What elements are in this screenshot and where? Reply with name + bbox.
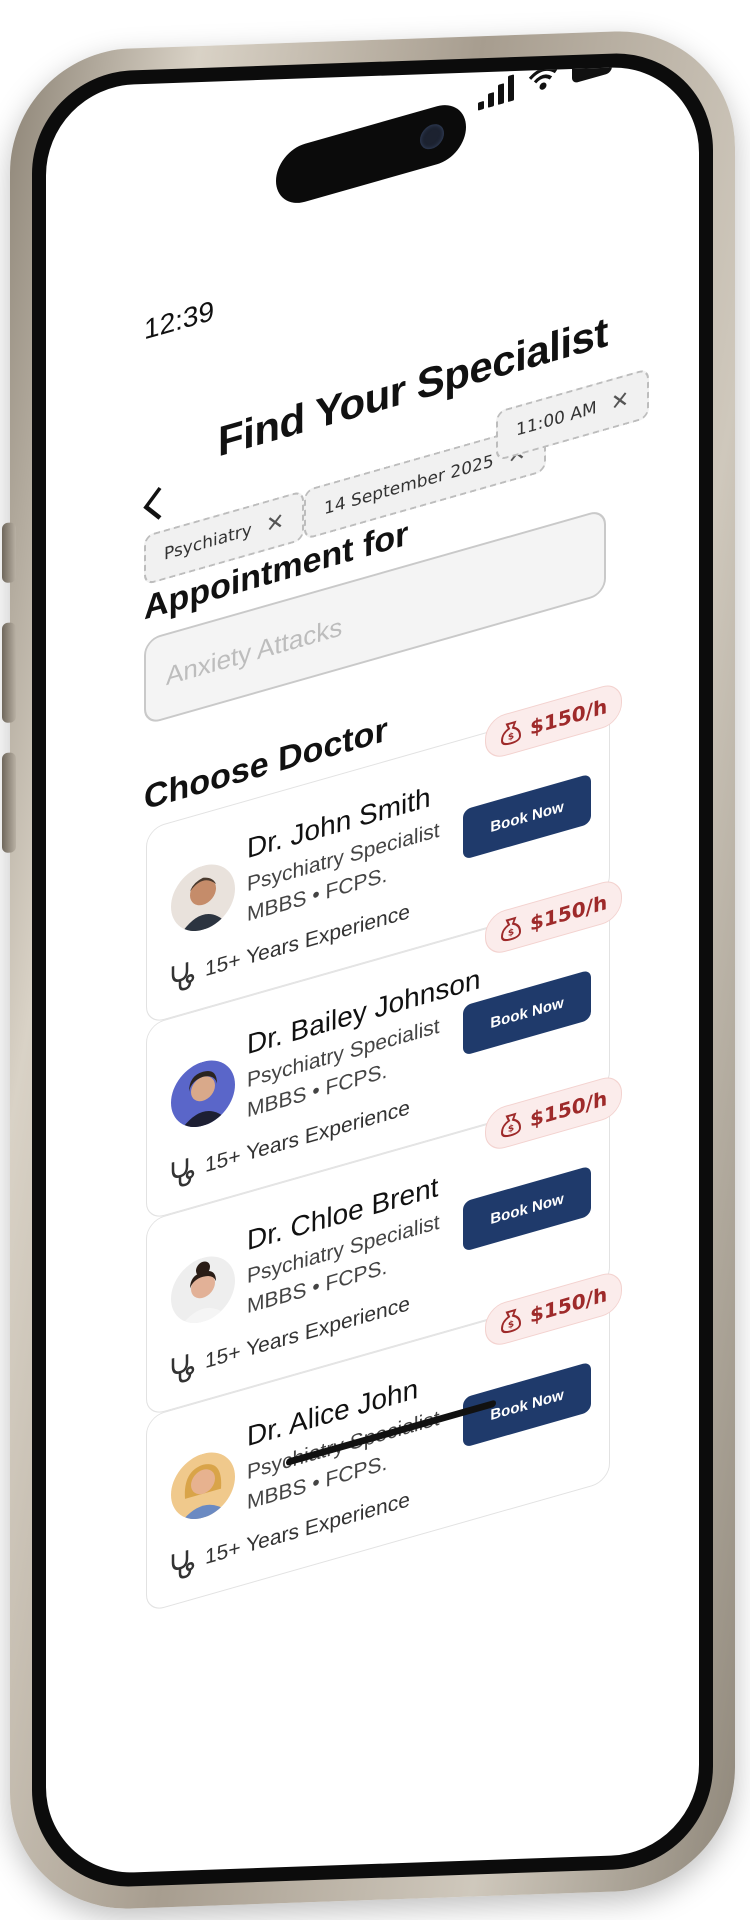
screen: 12:39 Find Your Specialist Psychiatry ✕ …	[46, 64, 699, 1876]
close-icon[interactable]: ✕	[611, 386, 629, 416]
doctor-avatar	[171, 1444, 235, 1527]
price-text: $150/h	[530, 693, 608, 740]
money-bag-icon: $	[500, 916, 522, 942]
stethoscope-icon	[171, 961, 195, 991]
book-now-button[interactable]: Book Now	[463, 773, 591, 860]
wifi-icon	[528, 67, 558, 90]
chip-label: 11:00 AM	[516, 397, 597, 441]
dynamic-island	[276, 98, 466, 211]
chevron-left-icon	[143, 487, 162, 520]
svg-text:$: $	[508, 1122, 514, 1135]
svg-text:$: $	[508, 730, 514, 743]
phone-bezel: 12:39 Find Your Specialist Psychiatry ✕ …	[32, 50, 713, 1890]
status-time: 12:39	[144, 294, 215, 346]
volume-down-button	[2, 752, 16, 853]
svg-text:$: $	[508, 1318, 514, 1331]
money-bag-icon: $	[500, 1308, 522, 1334]
action-button	[2, 522, 16, 583]
chip-label: 14 September 2025	[324, 451, 494, 520]
phone-frame: 12:39 Find Your Specialist Psychiatry ✕ …	[2, 27, 735, 1913]
chip-label: Psychiatry	[164, 519, 252, 565]
svg-text:$: $	[508, 926, 514, 939]
money-bag-icon: $	[500, 1112, 522, 1138]
stethoscope-icon	[171, 1549, 195, 1579]
stethoscope-icon	[171, 1353, 195, 1383]
volume-up-button	[2, 622, 16, 723]
price-badge: $ $150/h	[485, 680, 623, 762]
filter-chip-time[interactable]: 11:00 AM ✕	[496, 367, 650, 462]
money-bag-icon: $	[500, 720, 522, 746]
book-now-button[interactable]: Book Now	[463, 1165, 591, 1252]
experience-text: 15+ Years Experience	[205, 1487, 410, 1570]
back-button[interactable]	[142, 484, 164, 536]
camera-icon	[420, 121, 444, 153]
status-icons	[478, 64, 612, 111]
stethoscope-icon	[171, 1157, 195, 1187]
battery-icon	[572, 64, 612, 84]
screen-content: 12:39 Find Your Specialist Psychiatry ✕ …	[46, 64, 699, 1876]
doctor-avatar	[171, 1248, 235, 1331]
book-now-button[interactable]: Book Now	[463, 969, 591, 1056]
doctor-avatar	[171, 856, 235, 939]
close-icon[interactable]: ✕	[266, 508, 284, 538]
doctor-avatar	[171, 1052, 235, 1135]
signal-icon	[478, 72, 514, 111]
